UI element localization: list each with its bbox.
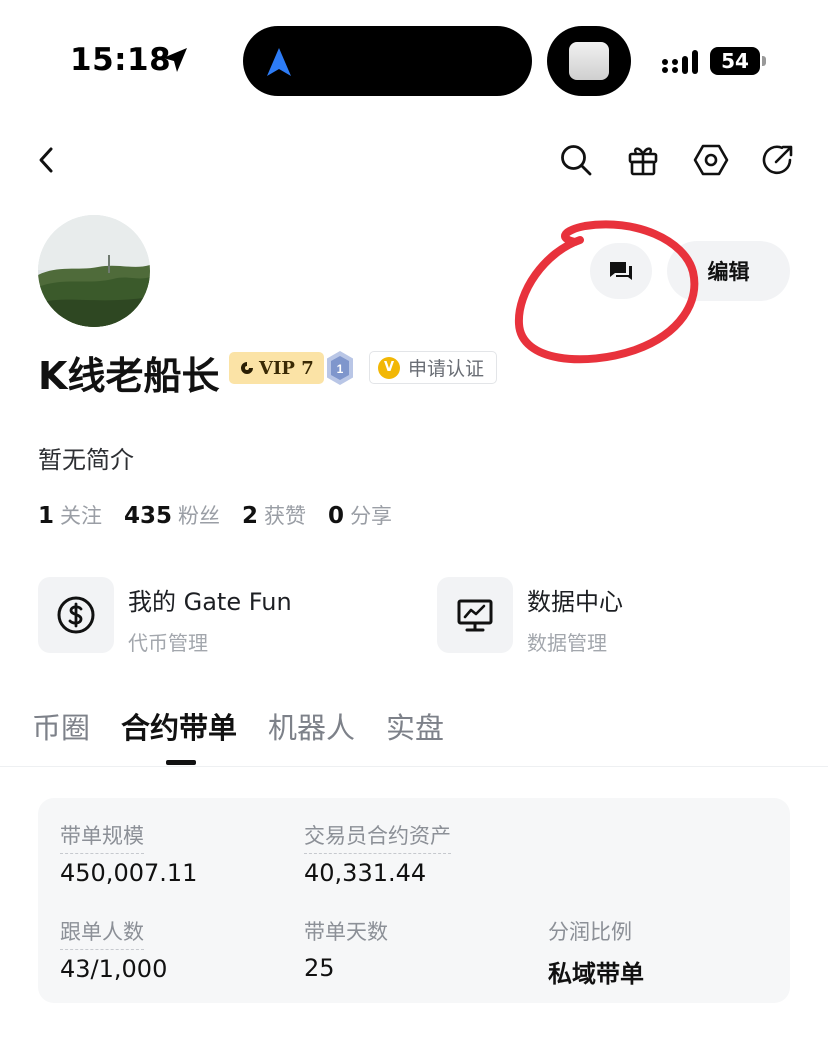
stat-cell-followers: 跟单人数 43/1,000: [60, 916, 167, 983]
tab-crypto-circle[interactable]: 币圈: [32, 705, 90, 747]
gate-logo-icon: [241, 362, 253, 374]
stat-cell-scale: 带单规模 450,007.11: [60, 820, 197, 887]
avatar-photo: [38, 215, 150, 327]
cell-value: 私域带单: [548, 960, 644, 988]
location-arrow-icon: [163, 48, 187, 72]
svg-text:1: 1: [337, 362, 344, 376]
battery-tip: [762, 56, 766, 66]
content-tabs: 币圈 合约带单 机器人 实盘: [32, 705, 444, 747]
stat-number: 435: [124, 503, 173, 529]
top-nav-bar: [0, 140, 828, 180]
cell-label[interactable]: 带单规模: [60, 820, 144, 854]
share-button[interactable]: [758, 140, 798, 180]
dynamic-island: [243, 26, 532, 96]
message-button[interactable]: [590, 243, 652, 299]
tool-subtitle: 数据管理: [527, 631, 607, 655]
search-button[interactable]: [556, 140, 596, 180]
monitor-chart-icon: [437, 577, 513, 653]
stat-label: 获赞: [264, 504, 307, 528]
apply-verification-label: 申请认证: [408, 358, 485, 380]
stat-followers[interactable]: 435 粉丝: [124, 500, 220, 530]
level-badge[interactable]: 1: [325, 350, 355, 390]
tool-data-center[interactable]: 数据中心 数据管理: [437, 577, 623, 656]
tool-gate-fun[interactable]: 我的 Gate Fun 代币管理: [38, 577, 292, 656]
level-hexagon-icon: 1: [327, 351, 353, 385]
profile-name: K线老船长: [38, 354, 220, 398]
apply-verification-button[interactable]: V 申请认证: [369, 351, 498, 384]
tool-title: 我的 Gate Fun: [128, 588, 292, 616]
stat-label: 粉丝: [178, 504, 221, 528]
cell-label[interactable]: 跟单人数: [60, 916, 144, 950]
navigation-icon: [267, 48, 291, 76]
app-activity-icon: [569, 42, 609, 80]
copy-trading-stats-card: 带单规模 450,007.11 交易员合约资产 40,331.44 跟单人数 4…: [38, 798, 790, 1003]
stat-number: 2: [242, 503, 259, 529]
vip-badge[interactable]: VIP 7: [229, 352, 324, 384]
cell-value: 25: [304, 954, 335, 982]
stat-number: 0: [328, 503, 345, 529]
status-bar: 15:18 54: [0, 0, 828, 120]
vip-label: VIP 7: [259, 357, 314, 379]
settings-button[interactable]: [691, 140, 731, 180]
cell-label: 分润比例: [548, 920, 632, 944]
status-time: 15:18: [70, 42, 172, 78]
cell-label: 带单天数: [304, 920, 388, 944]
dollar-coin-icon: [38, 577, 114, 653]
tool-title: 数据中心: [527, 588, 623, 616]
active-tab-indicator: [166, 760, 196, 765]
profile-bio: 暂无简介: [38, 446, 134, 474]
chevron-left-icon: [39, 147, 53, 173]
cell-label[interactable]: 交易员合约资产: [304, 820, 451, 854]
stat-following[interactable]: 1 关注: [38, 500, 102, 530]
stat-number: 1: [38, 503, 55, 529]
avatar[interactable]: [38, 215, 150, 327]
stat-cell-profit-share: 分润比例 私域带单: [548, 916, 644, 989]
cell-value: 450,007.11: [60, 859, 198, 887]
stat-cell-assets: 交易员合约资产 40,331.44: [304, 820, 451, 887]
edit-profile-button[interactable]: 编辑: [667, 241, 790, 301]
cell-value: 40,331.44: [304, 859, 427, 887]
share-icon: [762, 145, 793, 175]
battery-indicator: 54: [710, 47, 760, 75]
tab-bots[interactable]: 机器人: [268, 705, 355, 747]
tool-subtitle: 代币管理: [128, 631, 208, 655]
gift-button[interactable]: [623, 140, 663, 180]
tab-live-trading[interactable]: 实盘: [386, 705, 444, 747]
settings-hexagon-icon: [693, 144, 729, 176]
cell-value: 43/1,000: [60, 955, 168, 983]
back-button[interactable]: [26, 140, 66, 180]
search-icon: [561, 145, 592, 176]
cellular-signal-icon: [662, 50, 698, 74]
stat-likes[interactable]: 2 获赞: [242, 500, 306, 530]
tab-copy-trading[interactable]: 合约带单: [121, 705, 237, 747]
social-stats: 1 关注 435 粉丝 2 获赞 0 分享: [38, 500, 414, 530]
stat-label: 分享: [350, 504, 393, 528]
verified-badge-icon: V: [378, 356, 400, 379]
gift-icon: [628, 147, 658, 176]
stat-cell-days: 带单天数 25: [304, 916, 388, 982]
dynamic-island-app: [547, 26, 631, 96]
stat-label: 关注: [60, 504, 103, 528]
tab-divider: [0, 766, 828, 767]
chat-bubbles-icon: [610, 262, 632, 280]
stat-shares[interactable]: 0 分享: [328, 500, 392, 530]
